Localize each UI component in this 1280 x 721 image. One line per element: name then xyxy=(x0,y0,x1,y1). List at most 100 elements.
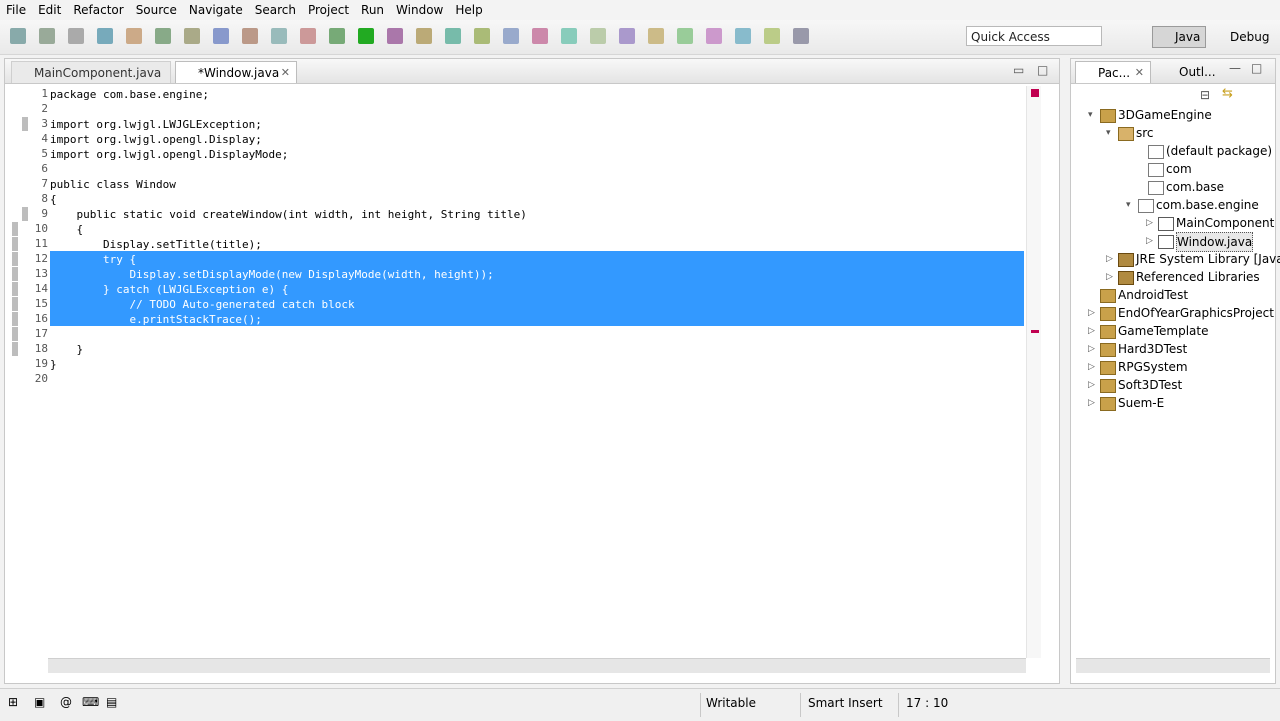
tree-item[interactable]: ▷ EndOfYearGraphicsProject xyxy=(1072,304,1274,322)
minimize-icon[interactable]: — xyxy=(1229,61,1241,75)
code-line[interactable]: // TODO Auto-generated catch block xyxy=(50,297,354,312)
menu-navigate[interactable]: Navigate xyxy=(183,3,249,17)
tree-item[interactable]: AndroidTest xyxy=(1072,286,1274,304)
code-line[interactable]: { xyxy=(50,192,57,207)
error-marker-icon[interactable] xyxy=(1031,89,1039,97)
quick-access-input[interactable]: Quick Access xyxy=(966,26,1102,46)
toolbar-button-icon[interactable] xyxy=(10,28,26,44)
javadoc-icon[interactable]: ⌨ xyxy=(82,695,102,713)
collapsed-icon[interactable]: ▷ xyxy=(1088,376,1098,394)
toolbar-button-icon[interactable] xyxy=(97,28,113,44)
code-line[interactable]: } xyxy=(50,327,110,342)
code-area[interactable]: package com.base.engine; import org.lwjgl… xyxy=(50,86,1024,658)
collapsed-icon[interactable]: ▷ xyxy=(1106,268,1116,286)
tree-item[interactable]: ▾ com.base.engine xyxy=(1072,196,1274,214)
java-perspective-button[interactable]: Java xyxy=(1152,26,1206,48)
fold-marker-icon[interactable] xyxy=(22,117,28,131)
code-line[interactable]: } catch (LWJGLException e) { xyxy=(50,282,288,297)
code-line[interactable]: try { xyxy=(50,252,136,267)
menu-window[interactable]: Window xyxy=(390,3,449,17)
menu-refactor[interactable]: Refactor xyxy=(67,3,129,17)
tree-item[interactable]: ▷ Hard3DTest xyxy=(1072,340,1274,358)
declaration-icon[interactable]: ▤ xyxy=(106,695,126,713)
code-line[interactable]: public class Window xyxy=(50,177,176,192)
code-line[interactable]: import org.lwjgl.opengl.DisplayMode; xyxy=(50,147,288,162)
toolbar-button-icon[interactable] xyxy=(503,28,519,44)
collapsed-icon[interactable]: ▷ xyxy=(1146,214,1156,232)
toolbar-button-icon[interactable] xyxy=(184,28,200,44)
toolbar-button-icon[interactable] xyxy=(300,28,316,44)
toolbar-button-icon[interactable] xyxy=(474,28,490,44)
maximize-icon[interactable]: □ xyxy=(1251,61,1262,75)
toolbar-button-icon[interactable] xyxy=(242,28,258,44)
toolbar-button-icon[interactable] xyxy=(561,28,577,44)
code-line[interactable]: import org.lwjgl.LWJGLException; xyxy=(50,117,262,132)
toolbar-button-icon[interactable] xyxy=(590,28,606,44)
tree-item[interactable]: (default package) xyxy=(1072,142,1274,160)
toolbar-button-icon[interactable] xyxy=(735,28,751,44)
tree-item[interactable]: ▾ 3DGameEngine xyxy=(1072,106,1274,124)
code-line[interactable]: Display.setTitle(title); xyxy=(50,237,262,252)
toolbar-button-icon[interactable] xyxy=(155,28,171,44)
collapsed-icon[interactable]: ▷ xyxy=(1088,322,1098,340)
menu-search[interactable]: Search xyxy=(249,3,302,17)
menu-run[interactable]: Run xyxy=(355,3,390,17)
toolbar-button-icon[interactable] xyxy=(764,28,780,44)
menu-help[interactable]: Help xyxy=(449,3,488,17)
at-sign-icon[interactable]: @ xyxy=(60,695,80,713)
link-with-editor-icon[interactable]: ⇆ xyxy=(1222,86,1233,101)
toolbar-button-icon[interactable] xyxy=(271,28,287,44)
minimize-icon[interactable]: ▭ xyxy=(1013,63,1024,77)
fast-view-icon[interactable]: ⊞ xyxy=(8,695,28,713)
tab-maincomponent[interactable]: MainComponent.java xyxy=(11,61,171,83)
code-line[interactable]: e.printStackTrace(); xyxy=(50,312,261,327)
menu-edit[interactable]: Edit xyxy=(32,3,67,17)
toolbar-button-icon[interactable] xyxy=(387,28,403,44)
tree-item[interactable]: ▷ GameTemplate xyxy=(1072,322,1274,340)
close-icon[interactable]: ✕ xyxy=(1135,62,1144,84)
code-line[interactable]: public static void createWindow(int widt… xyxy=(50,207,526,222)
collapsed-icon[interactable]: ▷ xyxy=(1088,340,1098,358)
code-line[interactable]: import org.lwjgl.opengl.Display; xyxy=(50,132,262,147)
tree-item[interactable]: ▷ MainComponent xyxy=(1072,214,1274,232)
toolbar-button-icon[interactable] xyxy=(532,28,548,44)
fold-marker-icon[interactable] xyxy=(22,207,28,221)
toolbar-button-icon[interactable] xyxy=(677,28,693,44)
debug-perspective-button[interactable]: Debug xyxy=(1212,26,1278,48)
maximize-icon[interactable]: □ xyxy=(1037,63,1048,77)
toolbar-button-icon[interactable] xyxy=(213,28,229,44)
menu-project[interactable]: Project xyxy=(302,3,355,17)
collapse-all-icon[interactable]: ⊟ xyxy=(1200,88,1210,102)
close-icon[interactable]: ✕ xyxy=(281,62,290,84)
code-line[interactable]: Display.setDisplayMode(new DisplayMode(w… xyxy=(50,267,493,282)
collapsed-icon[interactable]: ▷ xyxy=(1088,304,1098,322)
collapsed-icon[interactable]: ▷ xyxy=(1088,394,1098,412)
collapsed-icon[interactable]: ▷ xyxy=(1088,358,1098,376)
toolbar-button-icon[interactable] xyxy=(39,28,55,44)
code-line[interactable]: } xyxy=(50,342,83,357)
tree-item[interactable]: ▷ Suem-E xyxy=(1072,394,1274,412)
toolbar-button-icon[interactable] xyxy=(68,28,84,44)
console-icon[interactable]: ▣ xyxy=(34,695,54,713)
expanded-icon[interactable]: ▾ xyxy=(1088,106,1098,124)
tree-item[interactable]: ▾ src xyxy=(1072,124,1274,142)
package-explorer-scrollbar[interactable] xyxy=(1076,658,1270,673)
editor-horizontal-scrollbar[interactable] xyxy=(48,658,1026,673)
toolbar-button-icon[interactable] xyxy=(706,28,722,44)
overview-ruler[interactable] xyxy=(1026,86,1041,658)
tab-package-explorer[interactable]: Pac... ✕ xyxy=(1075,61,1151,83)
tree-item[interactable]: com.base xyxy=(1072,178,1274,196)
menu-file[interactable]: File xyxy=(0,3,32,17)
expanded-icon[interactable]: ▾ xyxy=(1106,124,1116,142)
toolbar-button-icon[interactable] xyxy=(416,28,432,44)
tree-item[interactable]: ▷ JRE System Library [JavaS xyxy=(1072,250,1280,268)
error-marker-icon[interactable] xyxy=(1031,330,1039,333)
toolbar-button-icon[interactable] xyxy=(619,28,635,44)
toolbar-button-icon[interactable] xyxy=(648,28,664,44)
toolbar-button-icon[interactable] xyxy=(793,28,809,44)
code-line[interactable]: package com.base.engine; xyxy=(50,87,209,102)
toolbar-button-icon[interactable] xyxy=(445,28,461,44)
collapsed-icon[interactable]: ▷ xyxy=(1146,232,1156,250)
collapsed-icon[interactable]: ▷ xyxy=(1106,250,1116,268)
tree-item[interactable]: ▷ Soft3DTest xyxy=(1072,376,1274,394)
